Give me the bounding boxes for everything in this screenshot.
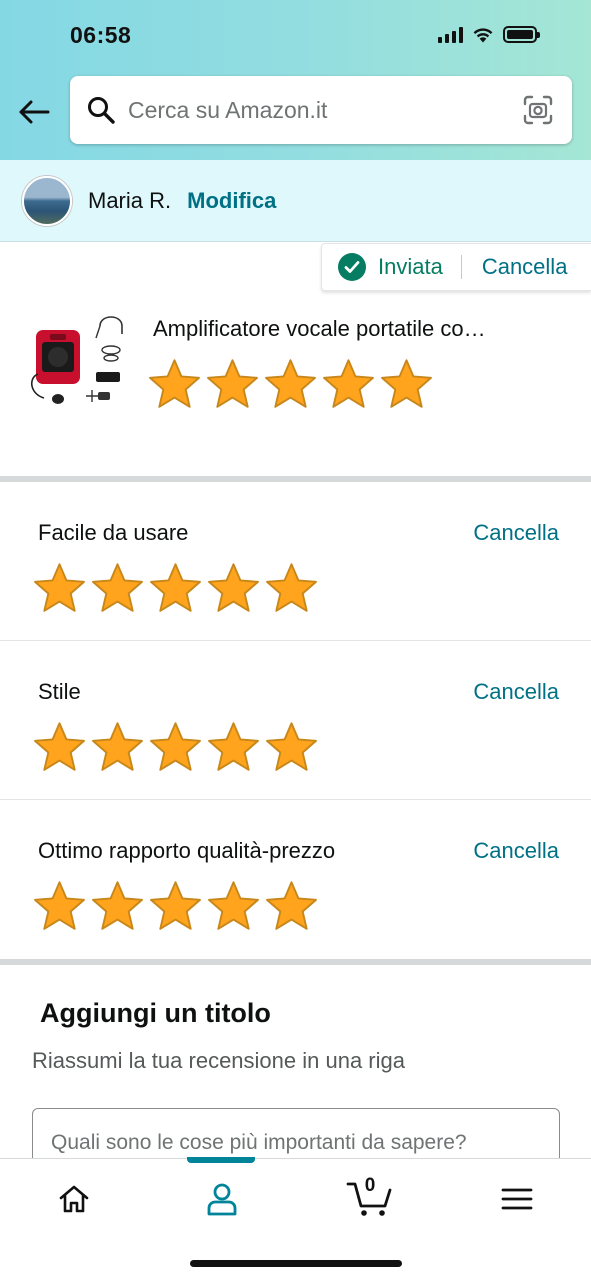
rating-cancel-link[interactable]: Cancella <box>473 679 559 705</box>
nav-home[interactable] <box>24 1159 124 1239</box>
avatar <box>22 175 72 226</box>
profile-bar: Maria R. Modifica <box>0 160 591 242</box>
product-image <box>31 316 123 404</box>
wifi-icon <box>473 28 493 43</box>
star-icon[interactable] <box>89 878 146 935</box>
status-time: 06:58 <box>70 22 132 48</box>
star-icon[interactable] <box>205 878 262 935</box>
star-icon[interactable] <box>262 356 319 413</box>
star-icon[interactable] <box>89 719 146 776</box>
battery-icon <box>503 26 540 43</box>
star-icon[interactable] <box>204 356 261 413</box>
rating-row-ease-of-use: Facile da usare Cancella <box>0 482 591 640</box>
rating-cancel-link[interactable]: Cancella <box>473 520 559 546</box>
star-icon[interactable] <box>147 878 204 935</box>
status-icons <box>438 26 540 43</box>
cart-count-badge: 0 <box>364 1175 376 1196</box>
section-divider <box>0 959 591 965</box>
star-icon[interactable] <box>320 356 377 413</box>
divider <box>460 255 462 279</box>
rating-stars[interactable] <box>31 560 320 617</box>
star-icon[interactable] <box>205 719 262 776</box>
signal-icon <box>438 26 463 43</box>
camera-scan-icon[interactable] <box>522 94 554 126</box>
rating-label: Facile da usare <box>38 520 189 545</box>
home-icon <box>59 1185 89 1213</box>
rating-stars[interactable] <box>31 719 320 776</box>
search-bar[interactable] <box>70 76 572 144</box>
top-bar: 06:58 <box>0 0 591 160</box>
headline-heading: Aggiungi un titolo <box>40 998 271 1028</box>
star-icon[interactable] <box>205 560 262 617</box>
submission-status-label: Inviata <box>378 254 443 279</box>
star-icon[interactable] <box>147 560 204 617</box>
rating-row-style: Stile Cancella <box>0 641 591 799</box>
star-icon[interactable] <box>31 560 88 617</box>
star-icon[interactable] <box>31 878 88 935</box>
rating-stars[interactable] <box>31 878 320 935</box>
star-icon[interactable] <box>146 356 203 413</box>
rating-label: Stile <box>38 679 81 704</box>
nav-menu[interactable] <box>467 1159 567 1239</box>
back-button[interactable] <box>14 92 54 132</box>
arrow-left-icon <box>19 100 50 124</box>
star-icon[interactable] <box>31 719 88 776</box>
account-icon <box>207 1183 237 1216</box>
headline-subtext: Riassumi la tua recensione in una riga <box>32 1048 405 1073</box>
product-title: Amplificatore vocale portatile co… <box>153 316 486 341</box>
star-icon[interactable] <box>89 560 146 617</box>
rating-row-value-for-money: Ottimo rapporto qualità-prezzo Cancella <box>0 800 591 958</box>
star-icon[interactable] <box>263 560 320 617</box>
profile-name: Maria R. <box>88 187 172 213</box>
home-indicator <box>190 1260 402 1267</box>
search-input[interactable] <box>128 96 498 124</box>
cancel-submission-link[interactable]: Cancella <box>482 254 568 280</box>
check-icon <box>338 253 366 281</box>
search-icon <box>84 93 118 127</box>
nav-cart[interactable]: 0 <box>320 1159 420 1239</box>
rating-label: Ottimo rapporto qualità-prezzo <box>38 838 336 863</box>
star-icon[interactable] <box>147 719 204 776</box>
product-star-rating[interactable] <box>146 356 435 413</box>
edit-profile-link[interactable]: Modifica <box>187 188 276 214</box>
star-icon[interactable] <box>263 719 320 776</box>
submission-status: Inviata Cancella <box>321 243 591 291</box>
star-icon[interactable] <box>378 356 435 413</box>
product-summary: Amplificatore vocale portatile co… <box>0 300 591 480</box>
star-icon[interactable] <box>263 878 320 935</box>
rating-cancel-link[interactable]: Cancella <box>473 838 559 864</box>
menu-icon <box>501 1188 533 1210</box>
nav-account[interactable] <box>172 1159 272 1239</box>
